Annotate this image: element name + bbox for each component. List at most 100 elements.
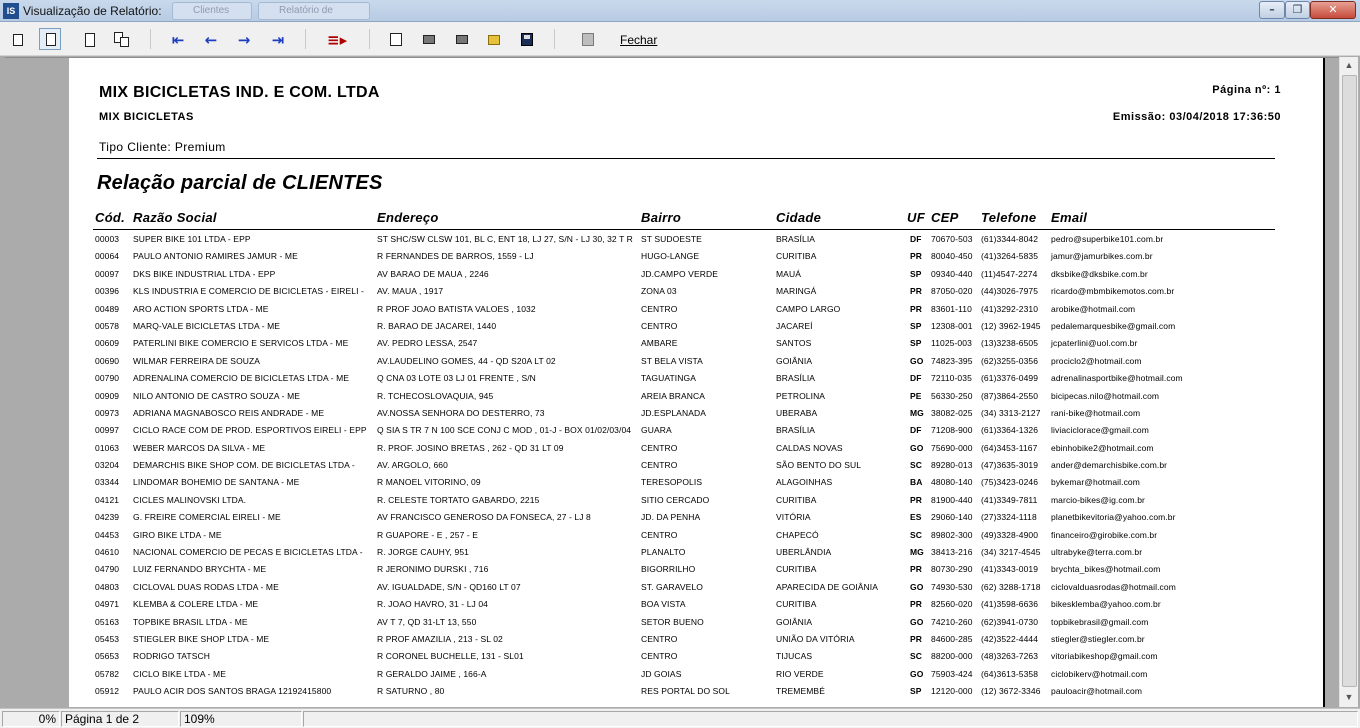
row-cep: 09340-440 [931,268,973,279]
row-endereco: R CORONEL BUCHELLE, 131 - SL01 [377,651,524,662]
scroll-up-icon[interactable]: ▲ [1340,57,1358,74]
row-cod: 05912 [95,686,120,697]
minimize-button[interactable]: – [1259,1,1285,19]
background-tab-clientes[interactable]: Clientes [172,2,252,20]
row-telefone: (62) 3288-1718 [981,581,1041,592]
row-cod: 00909 [95,390,120,401]
row-telefone: (41)3264-5835 [981,251,1039,262]
progress-status: 0% [2,711,60,727]
print-button[interactable] [450,28,472,50]
row-cidade: CURITIBA [776,599,817,610]
open-icon [488,35,500,45]
table-row: 03344 LINDOMAR BOHEMIO DE SANTANA - ME R M… [69,474,1325,491]
row-email: bikesklemba@yahoo.com.br [1051,599,1161,610]
table-row: 03204 DEMARCHIS BIKE SHOP COM. DE BICICLE… [69,457,1325,474]
table-row: 01063 WEBER MARCOS DA SILVA - ME R. PROF. … [69,440,1325,457]
table-row: 05453 STIEGLER BIKE SHOP LTDA - ME R PROF … [69,631,1325,648]
export-button[interactable] [576,28,598,50]
row-email: arobike@hotmail.com [1051,303,1136,314]
row-bairro: HUGO-LANGE [641,251,700,262]
row-cod: 00003 [95,234,120,244]
row-bairro: CENTRO [641,460,678,471]
print-setup-button[interactable] [417,28,439,50]
row-endereco: R. TCHECOSLOVAQUIA, 945 [377,390,494,401]
previous-page-button[interactable]: ← [199,28,221,50]
header-divider [97,158,1275,159]
row-cidade: VITÓRIA [776,512,811,523]
next-page-icon: → [237,31,251,49]
table-row: 00997 CICLO RACE COM DE PROD. ESPORTIVOS … [69,422,1325,439]
column-header-bairro: Bairro [641,210,682,225]
row-cidade: SANTOS [776,338,812,349]
row-cidade: JACAREÍ [776,320,813,331]
page-width-button[interactable] [39,28,61,50]
row-bairro: RES PORTAL DO SOL [641,686,730,697]
row-razao-social: LINDOMAR BOHEMIO DE SANTANA - ME [133,477,300,488]
row-cidade: APARECIDA DE GOIÂNIA [776,581,878,592]
row-telefone: (61)3376-0499 [981,373,1039,384]
column-header-razao-social: Razão Social [133,210,217,225]
table-row: 04790 LUIZ FERNANDO BRYCHTA - ME R JERONIM… [69,561,1325,578]
row-endereco: R SATURNO , 80 [377,686,445,697]
row-bairro: JD.ESPLANADA [641,407,706,418]
row-bairro: CENTRO [641,442,678,453]
row-telefone: (61)3344-8042 [981,234,1039,244]
vertical-scrollbar[interactable]: ▲ ▼ [1339,57,1358,707]
row-endereco: AV. PEDRO LESSA, 2547 [377,338,478,349]
scroll-thumb[interactable] [1342,75,1357,687]
fechar-button[interactable]: Fechar [620,33,657,47]
zoom-status: 109% [180,711,302,727]
table-row: 05653 RODRIGO TATSCH R CORONEL BUCHELLE, 1… [69,648,1325,665]
row-uf: MG [910,407,924,418]
column-header-uf: UF [907,210,925,225]
row-email: ander@demarchisbike.com.br [1051,460,1168,471]
row-endereco: R FERNANDES DE BARROS, 1559 - LJ [377,251,534,262]
previous-page-icon: ← [204,31,218,49]
goto-page-button[interactable]: ≡▸ [325,28,351,50]
row-cod: 00064 [95,251,120,262]
row-endereco: AV. IGUALDADE, S/N - QD160 LT 07 [377,581,521,592]
row-cidade: MARINGÁ [776,286,817,297]
row-email: bicipecas.nilo@hotmail.com [1051,390,1160,401]
row-telefone: (27)3324-1118 [981,512,1037,523]
open-button[interactable] [482,28,504,50]
scroll-down-icon[interactable]: ▼ [1340,689,1358,706]
row-endereco: R GERALDO JAIME , 166-A [377,668,487,679]
column-header-cod: Cód. [95,210,126,225]
row-cidade: MAUÁ [776,268,801,279]
close-button[interactable]: ✕ [1310,1,1356,19]
row-cidade: CURITIBA [776,564,817,575]
save-button[interactable] [515,28,537,50]
first-page-button[interactable]: ⇤ [166,28,188,50]
table-row: 00909 NILO ANTONIO DE CASTRO SOUZA - ME R.… [69,388,1325,405]
row-telefone: (75)3423-0246 [981,477,1039,488]
last-page-button[interactable]: ⇥ [266,28,288,50]
row-cep: 75690-000 [931,442,973,453]
row-cod: 00997 [95,425,120,436]
row-cod: 04790 [95,564,120,575]
row-cod: 04121 [95,494,120,505]
next-page-button[interactable]: → [232,28,254,50]
full-page-icon [85,33,95,47]
row-razao-social: STIEGLER BIKE SHOP LTDA - ME [133,633,270,644]
row-uf: SP [910,686,922,697]
row-email: ultrabyke@terra.com.br [1051,547,1143,558]
row-bairro: TAGUATINGA [641,373,696,384]
table-header-divider [93,229,1275,230]
maximize-button[interactable]: ❐ [1285,1,1310,19]
row-telefone: (11)4547-2274 [981,268,1038,279]
row-cep: 48080-140 [931,477,973,488]
full-page-button[interactable] [79,28,101,50]
row-cep: 11025-003 [931,338,972,349]
report-viewport[interactable]: MIX BICICLETAS IND. E COM. LTDA MIX BICI… [5,57,1339,707]
background-tab-relatorio[interactable]: Relatório de Clientes [258,2,370,32]
row-cod: 00973 [95,407,120,418]
row-telefone: (13)3238-6505 [981,338,1039,349]
multi-page-button[interactable] [110,28,132,50]
row-cidade: CURITIBA [776,251,817,262]
row-telefone: (64)3613-5358 [981,668,1039,679]
row-cep: 89280-013 [931,460,973,471]
row-cidade: RIO VERDE [776,668,824,679]
single-page-button[interactable] [8,28,30,50]
copy-button[interactable] [385,28,407,50]
